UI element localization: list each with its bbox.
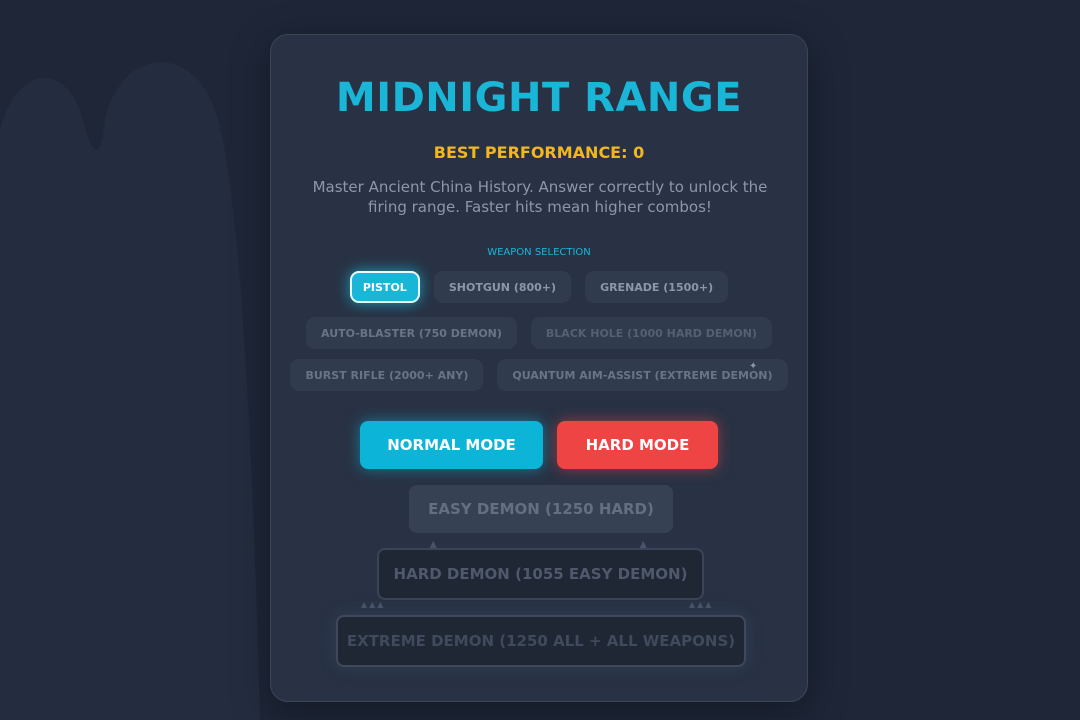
weapon-row-3: BURST RIFLE (2000+ ANY) QUANTUM AIM-ASSI… xyxy=(271,359,807,391)
background-smoke-shape xyxy=(0,62,260,720)
weapon-burst-rifle-button[interactable]: BURST RIFLE (2000+ ANY) xyxy=(290,359,484,391)
weapon-pistol-button[interactable]: PISTOL xyxy=(349,271,420,303)
weapon-shotgun-button[interactable]: SHOTGUN (800+) xyxy=(433,271,572,303)
weapon-black-hole-button[interactable]: BLACK HOLE (1000 HARD DEMON) xyxy=(530,317,772,349)
weapon-auto-blaster-button[interactable]: AUTO-BLASTER (750 DEMON) xyxy=(306,317,517,349)
weapon-grenade-button[interactable]: GRENADE (1500+) xyxy=(585,271,729,303)
weapon-row-2: AUTO-BLASTER (750 DEMON) BLACK HOLE (100… xyxy=(271,317,807,349)
arrows-up-icon: ▲▲▲ xyxy=(361,600,386,609)
game-description: Master Ancient China History. Answer cor… xyxy=(312,178,768,216)
arrows-up-icon: ▲▲▲ xyxy=(689,600,714,609)
weapon-row-1: PISTOL SHOTGUN (800+) GRENADE (1500+) xyxy=(271,271,807,303)
hard-mode-button[interactable]: HARD MODE xyxy=(557,421,718,469)
game-menu-card: MIDNIGHT RANGE BEST PERFORMANCE: 0 Maste… xyxy=(270,34,808,702)
easy-demon-button[interactable]: EASY DEMON (1250 HARD) xyxy=(409,485,673,533)
weapon-selection-title: WEAPON SELECTION xyxy=(487,247,591,258)
best-performance: BEST PERFORMANCE: 0 xyxy=(433,143,645,162)
extreme-demon-button[interactable]: EXTREME DEMON (1250 ALL + ALL WEAPONS) xyxy=(336,615,746,667)
sparkle-icon: ✦ xyxy=(749,361,758,372)
normal-mode-button[interactable]: NORMAL MODE xyxy=(360,421,543,469)
game-title: MIDNIGHT RANGE xyxy=(335,75,743,121)
mode-row: NORMAL MODE HARD MODE xyxy=(271,421,807,469)
hard-demon-button[interactable]: HARD DEMON (1055 EASY DEMON) xyxy=(377,548,704,600)
weapon-quantum-aim-assist-button[interactable]: QUANTUM AIM-ASSIST (EXTREME DEMON) xyxy=(497,359,788,391)
